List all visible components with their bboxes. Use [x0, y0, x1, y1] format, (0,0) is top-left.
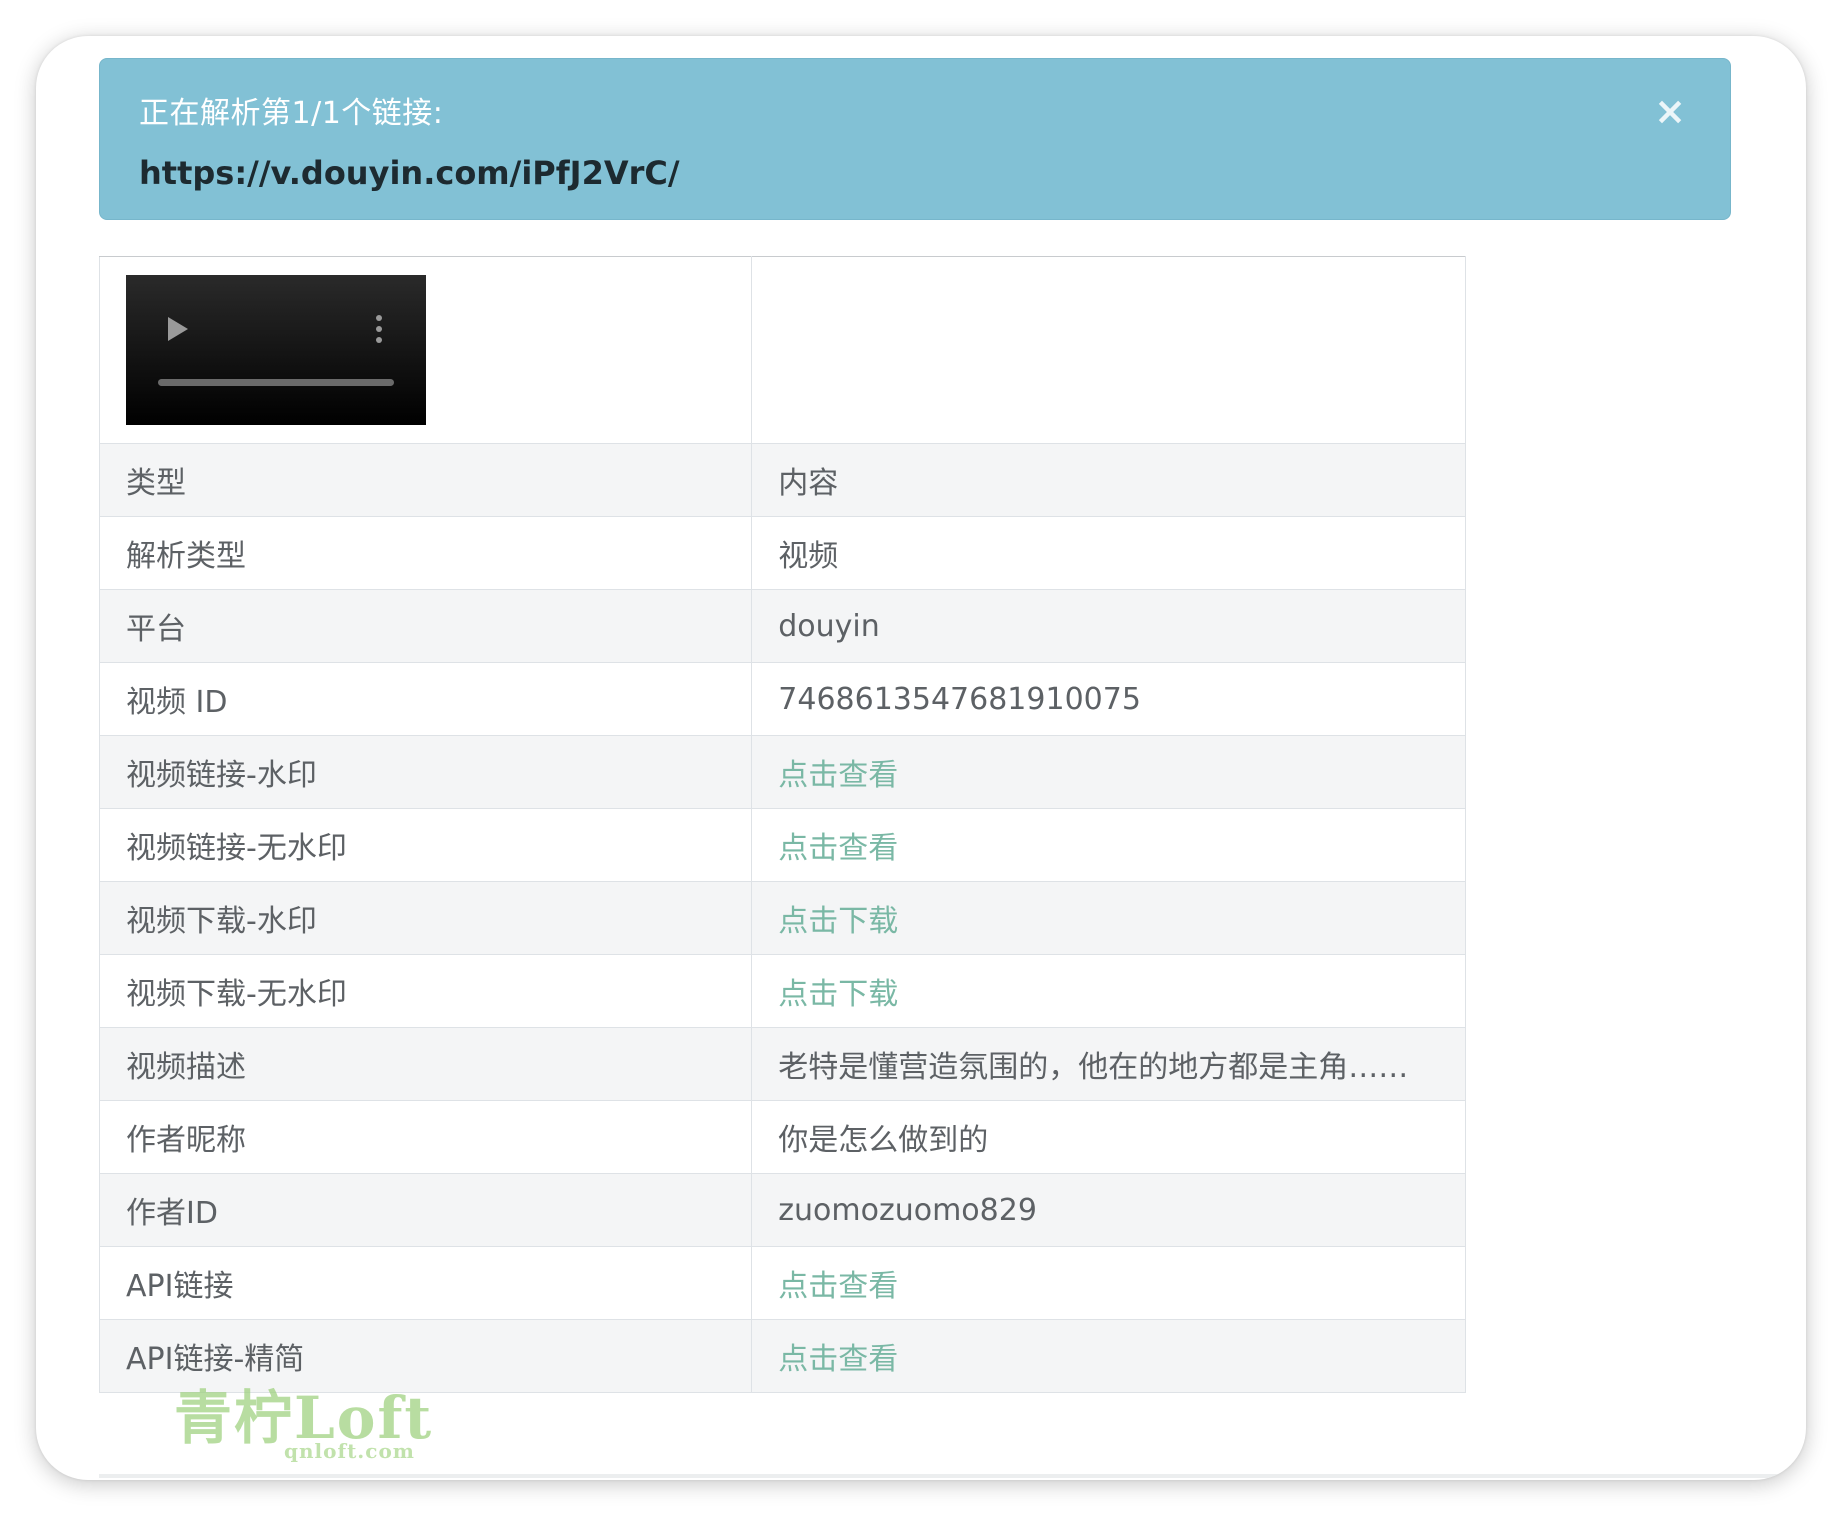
row-label: 作者昵称 [98, 1100, 753, 1174]
row-value: 你是怎么做到的 [751, 1100, 1466, 1174]
table-row: 视频描述 老特是懂营造氛围的，他在的地方都是主角…… [98, 1027, 1466, 1101]
row-value: 7468613547681910075 [751, 662, 1466, 736]
parse-status-alert: 正在解析第1/1个链接: https://v.douyin.com/iPfJ2V… [99, 58, 1731, 220]
row-value-link[interactable]: 点击下载 [778, 904, 898, 939]
media-row [98, 256, 1466, 444]
result-table: 类型 内容 解析类型 视频 平台 douyin 视频 ID 746861354768191… [98, 256, 1466, 1393]
row-label: 视频链接-无水印 [98, 808, 753, 882]
row-value-cell: 点击查看 [751, 735, 1466, 809]
row-value: zuomozuomo829 [751, 1173, 1466, 1247]
table-row: 平台 douyin [98, 589, 1466, 663]
close-icon[interactable]: × [1650, 91, 1690, 131]
row-label: 作者ID [98, 1173, 753, 1247]
media-empty-cell [751, 256, 1466, 444]
row-label: API链接-精简 [98, 1319, 753, 1393]
play-icon[interactable] [168, 317, 188, 341]
table-row: API链接 点击查看 [98, 1246, 1466, 1320]
row-label: 解析类型 [98, 516, 753, 590]
row-value-cell: 点击查看 [751, 808, 1466, 882]
header-content: 内容 [751, 443, 1466, 517]
row-value-link[interactable]: 点击查看 [778, 1342, 898, 1377]
row-label: 视频下载-水印 [98, 881, 753, 955]
row-value-cell: 点击下载 [751, 954, 1466, 1028]
table-row: 视频下载-无水印 点击下载 [98, 954, 1466, 1028]
alert-title: 正在解析第1/1个链接: [139, 96, 444, 131]
table-row: 视频下载-水印 点击下载 [98, 881, 1466, 955]
row-label: 平台 [98, 589, 753, 663]
row-value-cell: 点击查看 [751, 1319, 1466, 1393]
table-row: 作者ID zuomozuomo829 [98, 1173, 1466, 1247]
row-value-link[interactable]: 点击查看 [778, 831, 898, 866]
row-value: 老特是懂营造氛围的，他在的地方都是主角…… [751, 1027, 1466, 1101]
table-row: 视频链接-无水印 点击查看 [98, 808, 1466, 882]
table-header-row: 类型 内容 [98, 443, 1466, 517]
row-value-link[interactable]: 点击查看 [778, 1269, 898, 1304]
row-value-cell: 点击下载 [751, 881, 1466, 955]
row-label: 视频链接-水印 [98, 735, 753, 809]
table-row: 视频链接-水印 点击查看 [98, 735, 1466, 809]
table-row: 作者昵称 你是怎么做到的 [98, 1100, 1466, 1174]
media-cell [98, 256, 753, 444]
row-label: 视频 ID [98, 662, 753, 736]
video-player[interactable] [126, 275, 426, 425]
table-row: 视频 ID 7468613547681910075 [98, 662, 1466, 736]
table-row: 解析类型 视频 [98, 516, 1466, 590]
header-type: 类型 [98, 443, 753, 517]
more-options-icon[interactable] [376, 315, 382, 343]
table-row: API链接-精简 点击查看 [98, 1319, 1466, 1393]
divider [99, 1474, 1779, 1478]
row-value: 视频 [751, 516, 1466, 590]
row-label: 视频下载-无水印 [98, 954, 753, 1028]
row-value-link[interactable]: 点击下载 [778, 977, 898, 1012]
row-label: API链接 [98, 1246, 753, 1320]
row-value-link[interactable]: 点击查看 [778, 758, 898, 793]
result-panel: 正在解析第1/1个链接: https://v.douyin.com/iPfJ2V… [36, 36, 1806, 1480]
row-label: 视频描述 [98, 1027, 753, 1101]
row-value-cell: 点击查看 [751, 1246, 1466, 1320]
row-value: douyin [751, 589, 1466, 663]
video-progress-bar[interactable] [158, 379, 394, 386]
parsed-url: https://v.douyin.com/iPfJ2VrC/ [139, 154, 680, 192]
watermark-domain: qnloft.com [284, 1439, 415, 1463]
